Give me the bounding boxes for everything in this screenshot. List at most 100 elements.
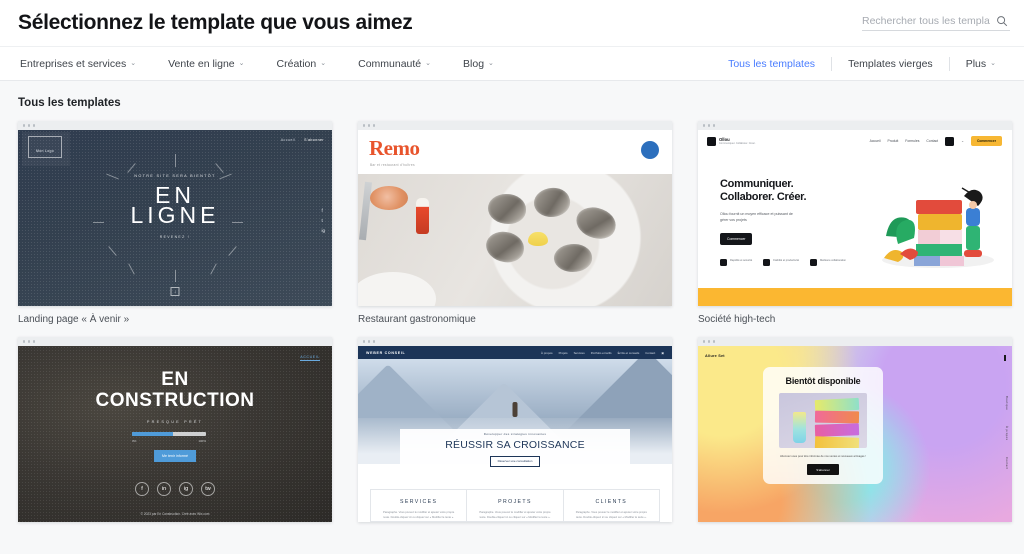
nav-item-creation[interactable]: Création ⌄ <box>261 58 343 70</box>
window-dot-icon <box>367 340 371 343</box>
column-services: SERVICES Paragraphe. Vous pouvez le modi… <box>371 490 466 521</box>
nav-item-blog[interactable]: Blog ⌄ <box>447 58 510 70</box>
preview-subscribe-button: S'abonner <box>807 464 839 475</box>
headline-line-2: CONSTRUCTION <box>95 389 255 411</box>
template-preview-frame[interactable]: Remo Bar et restaurant d'huîtres <box>358 121 672 306</box>
window-dot-icon <box>712 340 716 343</box>
chevron-down-icon: ⌄ <box>990 60 996 67</box>
page-header: Sélectionnez le template que vous aimez <box>0 0 1024 46</box>
oyster-shape <box>488 194 526 224</box>
nav-item-templates-vierges[interactable]: Templates vierges <box>832 58 949 70</box>
template-card-restaurant[interactable]: Remo Bar et restaurant d'huîtres Restaur… <box>358 121 672 325</box>
headline-line-1: Communiquer. <box>720 178 794 190</box>
chevron-down-icon: ⌄ <box>488 60 494 67</box>
menu-icon <box>1004 355 1006 361</box>
oyster-shape <box>484 229 526 265</box>
preview-viewport: Mon Logo Accueil S'abonner NOTRE SITE SE… <box>18 130 332 306</box>
side-links: Boutique À propos Contact <box>1005 396 1009 469</box>
template-preview-frame[interactable]: ACCUEIL EN CONSTRUCTION PRESQUE PRÊT 0% <box>18 337 332 522</box>
ray-line <box>175 154 176 167</box>
oyster-shape <box>552 242 594 274</box>
template-card-bientot-disponible[interactable]: Allure Set Boutique À propos Contact Bie… <box>698 337 1012 530</box>
product-image <box>779 393 867 448</box>
nav-label: Vente en ligne <box>168 57 235 70</box>
preview-nav-item: Accueil <box>869 139 881 143</box>
preview-hero-panel: Développer des stratégies innovantes RÉU… <box>400 429 630 469</box>
side-link-contact: Contact <box>1005 456 1009 470</box>
template-card-high-tech[interactable]: Ollou Communiquer. Collaborer. Créer. Ac… <box>698 121 1012 325</box>
preview-viewport: WEBER CONSEIL À propos Projets Services … <box>358 346 672 522</box>
preview-footer-text: © 2023 par En Construction. Créé avec Wi… <box>140 512 210 516</box>
twitter-icon: tw <box>201 482 215 496</box>
preview-en-construction: ACCUEIL EN CONSTRUCTION PRESQUE PRÊT 0% <box>18 346 332 522</box>
preview-headline: EN CONSTRUCTION <box>18 369 332 411</box>
preview-hero: Communiquer. Collaborer. Créer. Ollou fo… <box>720 178 850 266</box>
preview-home-link: ACCUEIL <box>300 355 320 361</box>
feature-label: Meilleure collaboration <box>820 258 846 262</box>
preview-bientot-disponible: Allure Set Boutique À propos Contact Bie… <box>698 346 1012 522</box>
template-card-weber-conseil[interactable]: WEBER CONSEIL À propos Projets Services … <box>358 337 672 530</box>
column-projets: PROJETS Paragraphe. Vous pouvez le modif… <box>466 490 562 521</box>
column-title: SERVICES <box>399 499 438 505</box>
scroll-down-icon: ↓ <box>170 287 180 296</box>
social-links: f t ig <box>321 208 325 233</box>
preview-logo: Ollou Communiquer. Collaborer. Créer. <box>707 136 756 146</box>
section-title: Tous les templates <box>18 97 121 109</box>
template-card-landing-page[interactable]: Mon Logo Accueil S'abonner NOTRE SITE SE… <box>18 121 332 325</box>
nav-label: Communauté <box>358 57 422 70</box>
instagram-icon: ig <box>321 228 325 233</box>
chevron-down-icon: ⌄ <box>320 60 327 67</box>
template-card-label: Restaurant gastronomique <box>358 314 476 325</box>
preview-columns: SERVICES Paragraphe. Vous pouvez le modi… <box>370 489 660 522</box>
preview-primary-button: Commencer <box>720 232 753 245</box>
window-dot-icon <box>363 124 366 127</box>
column-title: PROJETS <box>498 499 532 505</box>
template-preview-frame[interactable]: Ollou Communiquer. Collaborer. Créer. Ac… <box>698 121 1012 306</box>
headline-line-2: Collaborer. Créer. <box>720 191 807 204</box>
template-preview-frame[interactable]: WEBER CONSEIL À propos Projets Services … <box>358 337 672 522</box>
preview-features: Rapidité et sécurité Fiabilité et produc… <box>720 258 850 266</box>
template-preview-frame[interactable]: Allure Set Boutique À propos Contact Bie… <box>698 337 1012 522</box>
preview-headline-2: LIGNE <box>130 202 220 229</box>
feature-item: Rapidité et sécurité <box>720 258 752 266</box>
search-box[interactable] <box>862 15 1010 31</box>
preview-weber-conseil: WEBER CONSEIL À propos Projets Services … <box>358 346 672 522</box>
window-dot-icon <box>703 340 706 343</box>
preview-topbar: WEBER CONSEIL À propos Projets Services … <box>358 346 672 359</box>
facebook-icon: f <box>321 208 323 213</box>
bottle-shape <box>416 198 429 234</box>
preview-nav-links: À propos Projets Services Portfolio et t… <box>541 351 664 355</box>
window-dot-icon <box>367 124 371 127</box>
plate-shape <box>358 272 436 306</box>
nav-item-tous-les-templates[interactable]: Tous les templates <box>712 58 831 70</box>
progress-bar <box>132 432 206 436</box>
nav-item-plus[interactable]: Plus ⌄ <box>950 58 1012 70</box>
oyster-shape <box>572 203 620 243</box>
template-preview-frame[interactable]: Mon Logo Accueil S'abonner NOTRE SITE SE… <box>18 121 332 306</box>
window-dot-icon <box>703 124 706 127</box>
search-input[interactable] <box>862 15 990 27</box>
preview-body: Abonnez-vous pour être informée de nos v… <box>779 454 867 458</box>
template-card-en-construction[interactable]: ACCUEIL EN CONSTRUCTION PRESQUE PRÊT 0% <box>18 337 332 530</box>
product-tube <box>793 411 806 443</box>
preview-body: Ollou fournit un moyen efficace et puiss… <box>720 211 793 222</box>
preview-nav-item: Services <box>573 350 585 355</box>
team-illustration <box>882 187 994 268</box>
nav-left-group: Entreprises et services ⌄ Vente en ligne… <box>16 58 510 70</box>
preview-nav: Accueil S'abonner <box>281 138 324 142</box>
window-dot-icon <box>712 124 716 127</box>
preview-nav-item: Projets <box>558 350 568 355</box>
column-body: Paragraphe. Vous pouvez le modifier et a… <box>575 511 647 519</box>
search-icon[interactable] <box>996 15 1008 27</box>
facebook-icon: f <box>135 482 149 496</box>
logo-mark-icon <box>707 136 716 146</box>
nav-item-communaute[interactable]: Communauté ⌄ <box>342 58 447 70</box>
window-dot-icon <box>363 340 366 343</box>
preview-subline: REVENEZ ! <box>159 235 191 240</box>
nav-item-vente-en-ligne[interactable]: Vente en ligne ⌄ <box>152 58 260 70</box>
nav-item-entreprises[interactable]: Entreprises et services ⌄ <box>16 58 152 70</box>
column-clients: CLIENTS Paragraphe. Vous pouvez le modif… <box>562 490 659 521</box>
preview-brand: Remo <box>369 136 420 160</box>
preview-nav-item: Contact <box>645 350 656 355</box>
oyster-shape <box>531 184 573 221</box>
